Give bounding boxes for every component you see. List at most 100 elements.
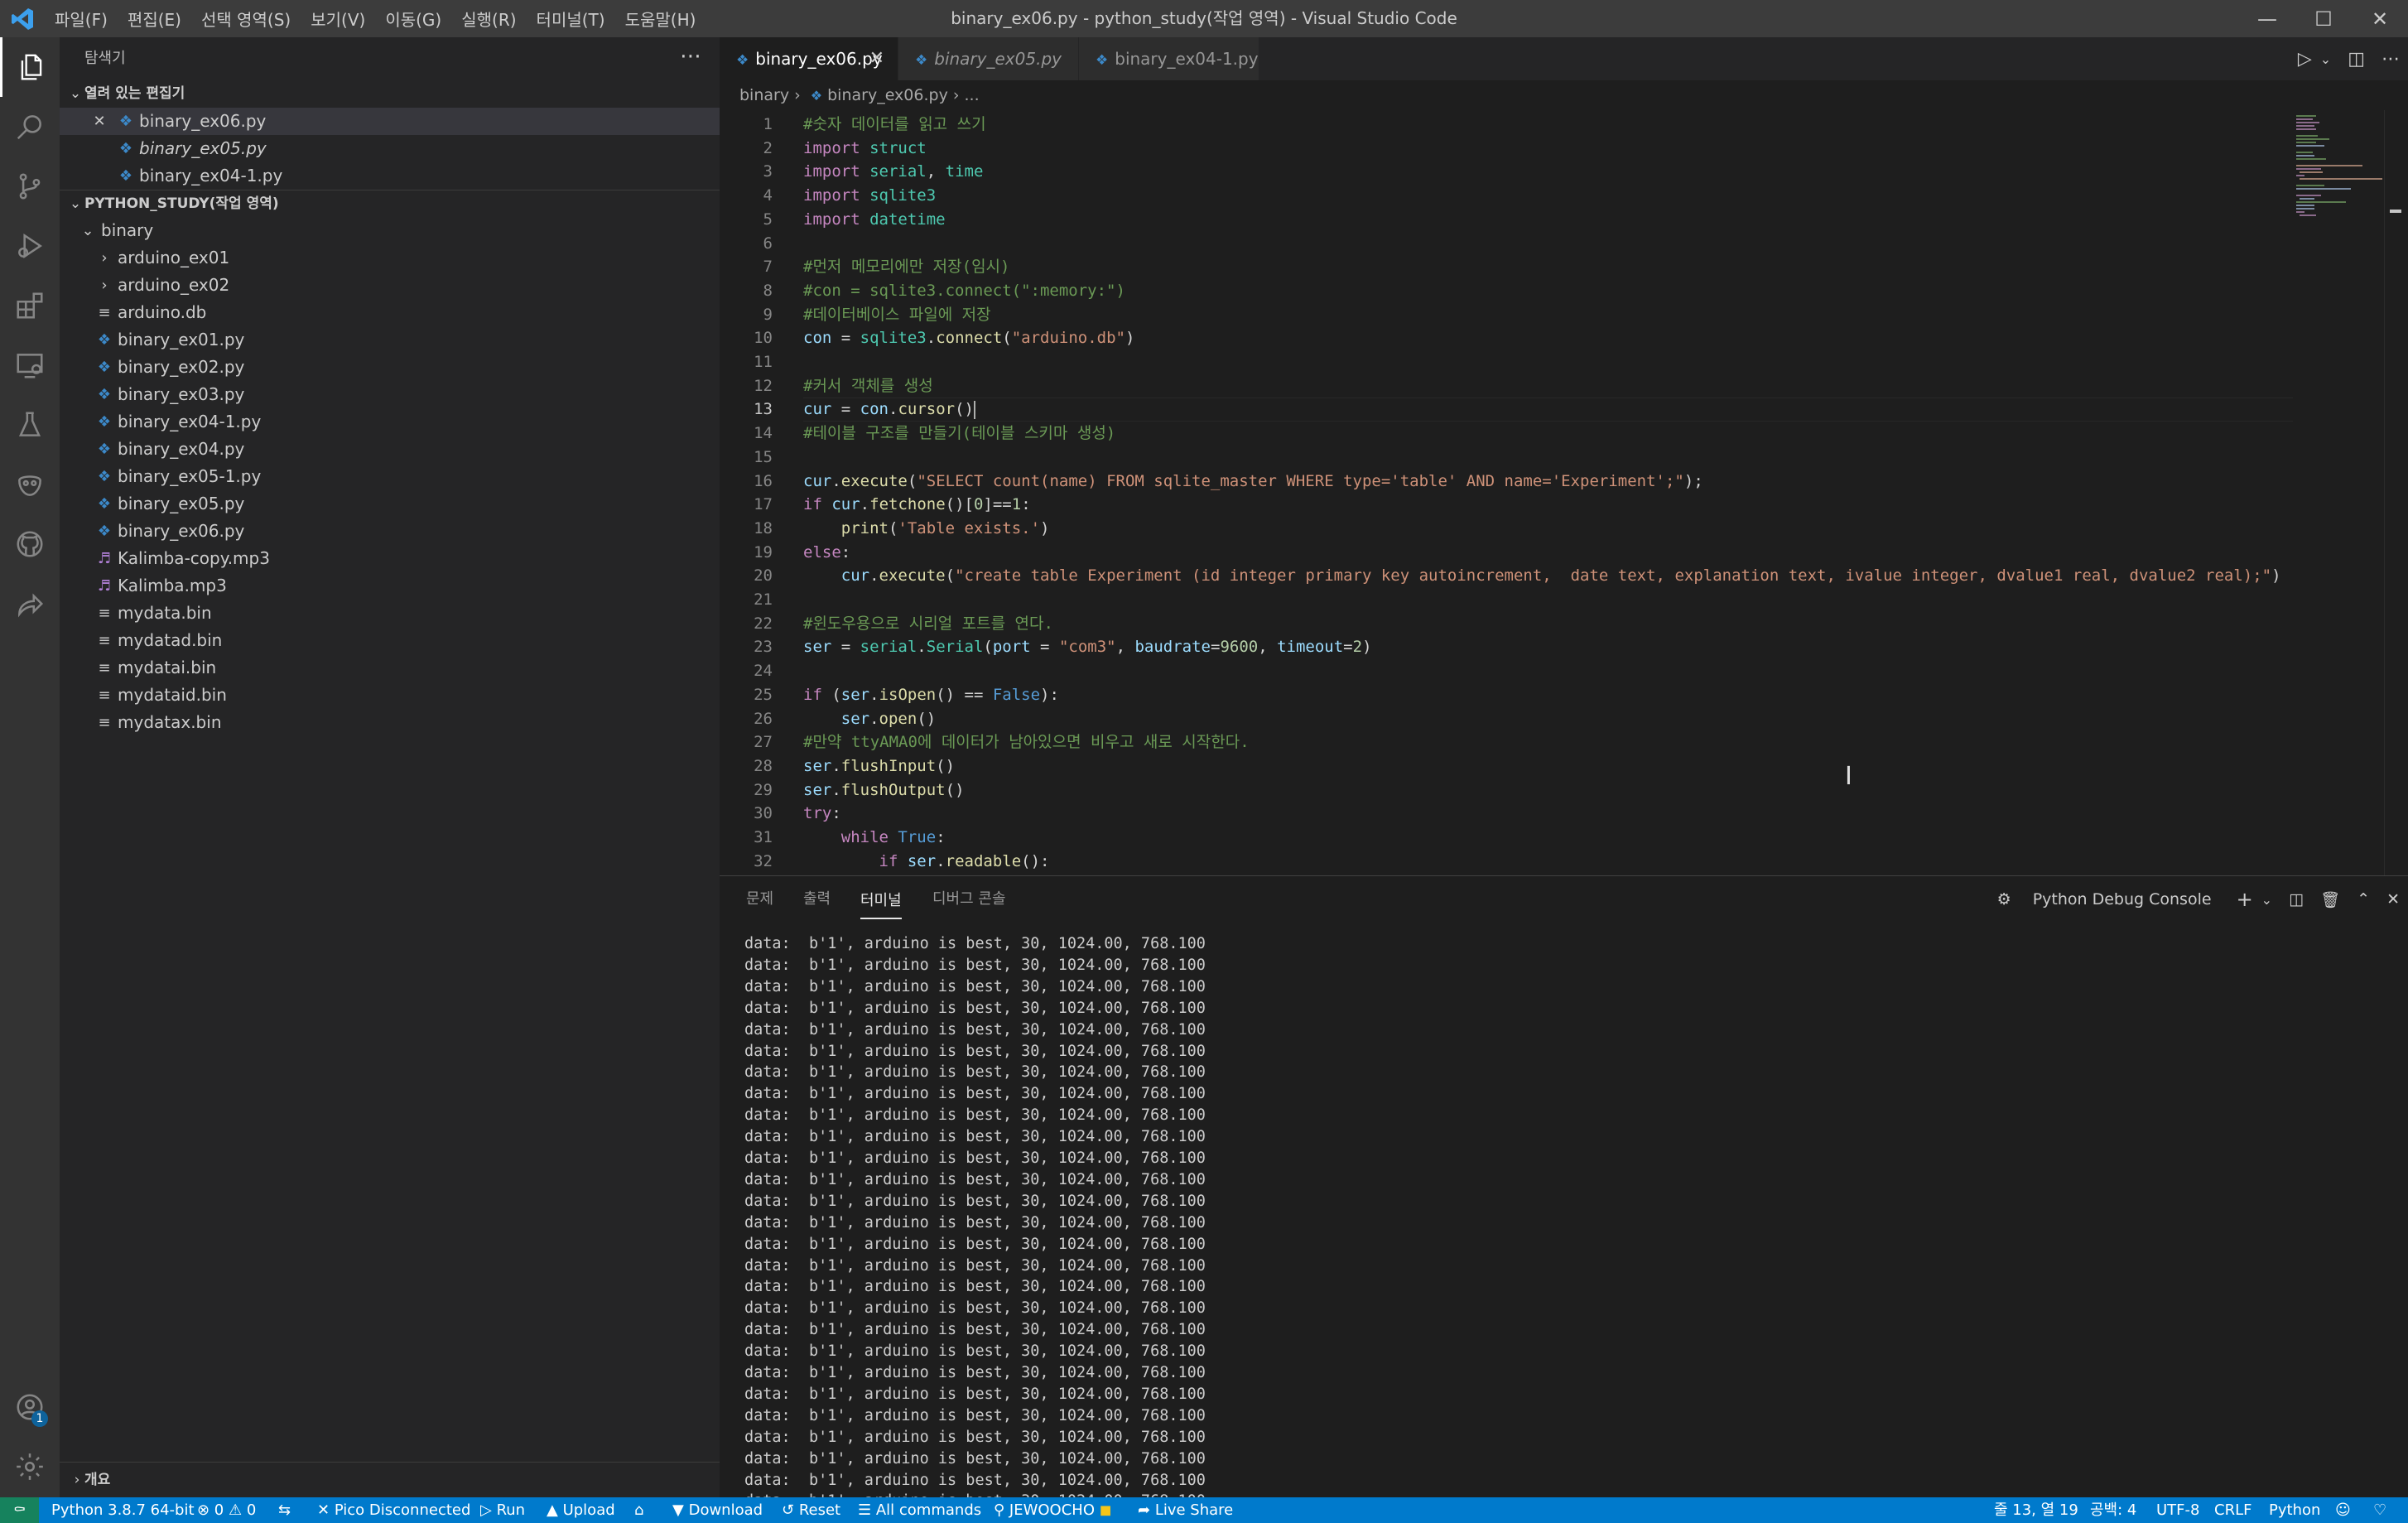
open-editors-section[interactable]: ⌄ 열려 있는 편집기 bbox=[60, 80, 720, 108]
cursor-position[interactable]: 줄 13, 열 19 bbox=[1994, 1497, 2078, 1523]
editor-scrollbar[interactable] bbox=[2384, 110, 2408, 875]
maximize-icon[interactable]: ☐ bbox=[2295, 0, 2352, 37]
all-commands-button[interactable]: ☰ All commands bbox=[858, 1497, 981, 1523]
tree-file[interactable]: ♬ Kalimba.mp3 bbox=[60, 572, 720, 600]
tree-file[interactable]: ≡ mydatax.bin bbox=[60, 709, 720, 736]
tree-file[interactable]: ❖ binary_ex05-1.py bbox=[60, 463, 720, 490]
remote-explorer-icon[interactable] bbox=[0, 335, 60, 395]
pico-status[interactable]: ✕ Pico Disconnected bbox=[317, 1497, 470, 1523]
pico-icon[interactable] bbox=[0, 455, 60, 514]
code-token: fetchone bbox=[869, 495, 946, 514]
tab-problems[interactable]: 문제 bbox=[746, 876, 773, 923]
new-terminal-icon[interactable]: + bbox=[2228, 888, 2261, 911]
menu-go[interactable]: 이동(G) bbox=[375, 7, 451, 31]
tab-terminal[interactable]: 터미널 bbox=[860, 880, 902, 919]
testing-icon[interactable] bbox=[0, 395, 60, 455]
tab-debug-console[interactable]: 디버그 콘솔 bbox=[932, 876, 1006, 923]
tree-file[interactable]: ≡ mydataid.bin bbox=[60, 682, 720, 709]
run-file-icon[interactable]: ▷ bbox=[2290, 49, 2320, 70]
minimap[interactable] bbox=[2293, 110, 2384, 875]
terminal-selector[interactable]: ⚙ Python Debug Console bbox=[1981, 890, 2228, 908]
tree-file[interactable]: ❖ binary_ex04-1.py bbox=[60, 408, 720, 436]
run-button[interactable]: ▷ Run bbox=[480, 1497, 525, 1523]
breadcrumb-folder[interactable]: binary bbox=[739, 86, 789, 104]
tree-folder[interactable]: › arduino_ex02 bbox=[60, 272, 720, 299]
code-editor[interactable]: 1 2 3 4 5 6 7 8 9 10 11 12 13 14 15 16 17 18 19 20 21 22 23 24 2… bbox=[720, 110, 2293, 875]
feedback-icon[interactable]: ☺ bbox=[2335, 1497, 2351, 1523]
explorer-icon[interactable] bbox=[0, 37, 60, 97]
tree-file[interactable]: ❖ binary_ex06.py bbox=[60, 518, 720, 545]
open-editor-item[interactable]: ❖ binary_ex04-1.py bbox=[60, 162, 720, 190]
tree-file[interactable]: ≡ mydatad.bin bbox=[60, 627, 720, 654]
tab-binary-ex05[interactable]: ❖ binary_ex05.py bbox=[898, 37, 1079, 80]
language-mode[interactable]: Python bbox=[2269, 1497, 2320, 1523]
tree-folder[interactable]: › arduino_ex01 bbox=[60, 244, 720, 272]
chevron-down-icon[interactable]: ⌄ bbox=[2261, 892, 2280, 908]
trash-icon[interactable]: 🗑 bbox=[2312, 890, 2348, 909]
tree-file[interactable]: ❖ binary_ex01.py bbox=[60, 326, 720, 354]
tree-file[interactable]: ♬ Kalimba-copy.mp3 bbox=[60, 545, 720, 572]
code-token: import bbox=[803, 210, 860, 229]
tree-file[interactable]: ≡ mydata.bin bbox=[60, 600, 720, 627]
reset-button[interactable]: ↺ Reset bbox=[782, 1497, 840, 1523]
remote-indicator-icon[interactable]: ⚰ bbox=[0, 1497, 39, 1523]
close-window-icon[interactable]: ✕ bbox=[2352, 0, 2408, 37]
breadcrumb-symbol[interactable]: ... bbox=[965, 86, 980, 104]
tree-file[interactable]: ≡ mydatai.bin bbox=[60, 654, 720, 682]
menu-view[interactable]: 보기(V) bbox=[301, 7, 375, 31]
menu-edit[interactable]: 편집(E) bbox=[118, 7, 191, 31]
tab-output[interactable]: 출력 bbox=[803, 876, 831, 923]
tree-file[interactable]: ❖ binary_ex05.py bbox=[60, 490, 720, 518]
menu-selection[interactable]: 선택 영역(S) bbox=[191, 7, 301, 31]
close-tab-icon[interactable]: ✕ bbox=[869, 37, 884, 80]
menu-terminal[interactable]: 터미널(T) bbox=[527, 7, 615, 31]
python-interpreter[interactable]: Python 3.8.7 64-bit bbox=[51, 1497, 195, 1523]
folder-binary[interactable]: ⌄ binary bbox=[60, 217, 720, 244]
tree-file[interactable]: ❖ binary_ex04.py bbox=[60, 436, 720, 463]
extensions-icon[interactable] bbox=[0, 276, 60, 335]
user-account[interactable]: ⚲ JEWOOCHO ◼ bbox=[994, 1497, 1112, 1523]
more-actions-icon[interactable]: ⋯ bbox=[2373, 49, 2408, 70]
download-button[interactable]: ▼ Download bbox=[672, 1497, 763, 1523]
sync-icon[interactable]: ⇆ bbox=[278, 1497, 291, 1523]
maximize-panel-icon[interactable]: ⌃ bbox=[2348, 890, 2378, 908]
run-debug-icon[interactable] bbox=[0, 216, 60, 276]
outline-section[interactable]: › 개요 bbox=[60, 1462, 720, 1497]
notifications-bell-icon[interactable]: ♡ bbox=[2373, 1497, 2386, 1523]
tree-file[interactable]: ❖ binary_ex02.py bbox=[60, 354, 720, 381]
settings-gear-icon[interactable] bbox=[0, 1437, 60, 1496]
menu-help[interactable]: 도움말(H) bbox=[615, 7, 706, 31]
accounts-icon[interactable]: 1 bbox=[0, 1377, 60, 1437]
tab-binary-ex06[interactable]: ❖ binary_ex06.py ✕ bbox=[720, 37, 898, 80]
open-editor-item[interactable]: ❖ binary_ex05.py bbox=[60, 135, 720, 162]
upload-button[interactable]: ▲ Upload bbox=[547, 1497, 615, 1523]
tree-file[interactable]: ≡ arduino.db bbox=[60, 299, 720, 326]
open-editor-item[interactable]: ✕ ❖ binary_ex06.py bbox=[60, 108, 720, 135]
end-of-line[interactable]: CRLF bbox=[2214, 1497, 2251, 1523]
workspace-section[interactable]: ⌄ PYTHON_STUDY(작업 영역) bbox=[60, 190, 720, 217]
split-editor-icon[interactable]: ◫ bbox=[2339, 49, 2373, 70]
tab-binary-ex04-1[interactable]: ❖ binary_ex04-1.py bbox=[1079, 37, 1259, 80]
menu-file[interactable]: 파일(F) bbox=[45, 7, 118, 31]
search-icon[interactable] bbox=[0, 97, 60, 157]
minimize-icon[interactable]: — bbox=[2239, 0, 2295, 37]
code-token: ) bbox=[2271, 566, 2281, 586]
code-token: : bbox=[936, 828, 946, 846]
menu-run[interactable]: 실행(R) bbox=[451, 7, 526, 31]
breadcrumb-file[interactable]: binary_ex06.py bbox=[827, 86, 948, 104]
home-icon[interactable]: ⌂ bbox=[634, 1497, 643, 1523]
close-panel-icon[interactable]: ✕ bbox=[2378, 890, 2408, 908]
split-terminal-icon[interactable]: ◫ bbox=[2280, 890, 2312, 908]
more-actions-icon[interactable]: ⋯ bbox=[680, 37, 701, 80]
encoding[interactable]: UTF-8 bbox=[2156, 1497, 2199, 1523]
live-share-button[interactable]: ➦ Live Share bbox=[1138, 1497, 1233, 1523]
problems-count[interactable]: ⊗ 0 ⚠ 0 bbox=[197, 1497, 256, 1523]
indentation[interactable]: 공백: 4 bbox=[2090, 1497, 2136, 1523]
close-icon[interactable]: ✕ bbox=[91, 108, 108, 135]
github-icon[interactable] bbox=[0, 514, 60, 574]
chevron-down-icon[interactable]: ⌄ bbox=[2320, 51, 2339, 67]
tree-file[interactable]: ❖ binary_ex03.py bbox=[60, 381, 720, 408]
source-control-icon[interactable] bbox=[0, 157, 60, 216]
live-share-icon[interactable] bbox=[0, 574, 60, 634]
